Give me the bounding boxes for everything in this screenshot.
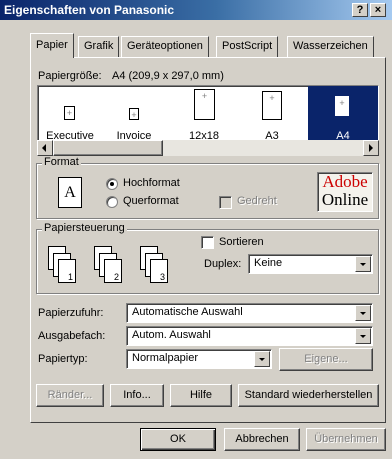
paper-source-value: Automatische Auswahl — [132, 306, 243, 318]
duplex-label: Duplex: — [204, 258, 242, 270]
paper-list-scrollbar[interactable] — [37, 140, 379, 156]
collate-copy-icon-2: 2 — [94, 246, 134, 284]
paper-size-label: Papiergröße: — [38, 70, 102, 82]
tab-label: PostScript — [222, 40, 273, 52]
tab-label: Grafik — [84, 40, 114, 52]
paper-item-12x18[interactable]: 12x18 — [174, 86, 234, 144]
paper-type-value: Normalpapier — [132, 352, 199, 364]
tab-geraeteoptionen[interactable]: Geräteoptionen — [121, 36, 209, 57]
paper-size-value: A4 (209,9 x 297,0 mm) — [112, 70, 224, 82]
help-icon[interactable]: ? — [352, 3, 368, 17]
paper-item-executive[interactable]: Executive — [40, 86, 100, 144]
paper-control-group-label: Papiersteuerung — [42, 222, 127, 234]
collate-copy-icon-1: 1 — [48, 246, 88, 284]
landscape-label[interactable]: Querformat — [123, 195, 179, 207]
output-tray-value: Autom. Auswahl — [132, 329, 211, 341]
paper-type-select[interactable]: Normalpapier — [126, 349, 272, 369]
adobe-online-button[interactable]: Adobe Online — [317, 172, 373, 212]
tab-grafik[interactable]: Grafik — [78, 36, 120, 57]
scroll-right-icon[interactable] — [363, 140, 379, 156]
output-tray-select[interactable]: Autom. Auswahl — [126, 326, 373, 346]
cancel-button[interactable]: Abbrechen — [224, 428, 300, 451]
tab-label: Wasserzeichen — [293, 40, 368, 52]
close-icon[interactable]: × — [370, 3, 386, 17]
scroll-left-icon[interactable] — [37, 140, 53, 156]
window-title: Eigenschaften von Panasonic — [4, 3, 175, 17]
paper-source-label: Papierzufuhr: — [38, 307, 104, 319]
paper-type-label: Papiertyp: — [38, 353, 88, 365]
portrait-label[interactable]: Hochformat — [123, 177, 180, 189]
paper-item-invoice[interactable]: Invoice — [104, 86, 164, 144]
margins-button[interactable]: Ränder... — [36, 384, 104, 407]
adobe-logo-text: Adobe — [322, 172, 368, 191]
apply-button[interactable]: Übernehmen — [306, 428, 386, 451]
paper-icon — [129, 108, 139, 120]
window-frame — [0, 20, 26, 459]
duplex-select[interactable]: Keine — [248, 254, 373, 274]
tab-papier[interactable]: Papier — [30, 33, 74, 58]
duplex-value: Keine — [254, 257, 283, 269]
paper-source-select[interactable]: Automatische Auswahl — [126, 303, 373, 323]
collate-copy-icon-3: 3 — [140, 246, 180, 284]
chevron-down-icon[interactable] — [355, 328, 371, 344]
chevron-down-icon[interactable] — [355, 305, 371, 321]
paper-icon — [335, 96, 349, 116]
info-button[interactable]: Info... — [110, 384, 164, 407]
landscape-radio[interactable] — [106, 196, 118, 208]
portrait-radio[interactable] — [106, 178, 118, 190]
scroll-thumb[interactable] — [53, 140, 163, 156]
restore-defaults-button[interactable]: Standard wiederherstellen — [238, 384, 379, 407]
tab-label: Papier — [36, 39, 68, 51]
paper-item-a4[interactable]: A4 — [308, 86, 378, 144]
ok-button[interactable]: OK — [140, 428, 216, 451]
online-logo-text: Online — [321, 190, 369, 209]
tab-wasserzeichen[interactable]: Wasserzeichen — [287, 36, 374, 57]
chevron-down-icon[interactable] — [355, 256, 371, 272]
paper-icon — [64, 106, 75, 120]
sort-label[interactable]: Sortieren — [219, 236, 264, 248]
help-button[interactable]: Hilfe — [170, 384, 232, 407]
title-bar[interactable]: Eigenschaften von Panasonic ? × — [0, 0, 392, 20]
output-tray-label: Ausgabefach: — [38, 330, 106, 342]
rotated-label: Gedreht — [237, 195, 277, 207]
chevron-down-icon[interactable] — [254, 351, 270, 367]
tab-label: Geräteoptionen — [127, 40, 203, 52]
paper-icon — [194, 89, 215, 120]
paper-item-a3[interactable]: A3 — [242, 86, 302, 144]
tab-postscript[interactable]: PostScript — [216, 36, 279, 57]
sort-checkbox[interactable] — [201, 236, 214, 249]
format-group-label: Format — [42, 156, 81, 168]
own-button[interactable]: Eigene... — [279, 348, 373, 371]
rotated-checkbox[interactable] — [219, 196, 232, 209]
portrait-preview-icon: A — [58, 177, 82, 208]
paper-icon — [262, 91, 282, 120]
